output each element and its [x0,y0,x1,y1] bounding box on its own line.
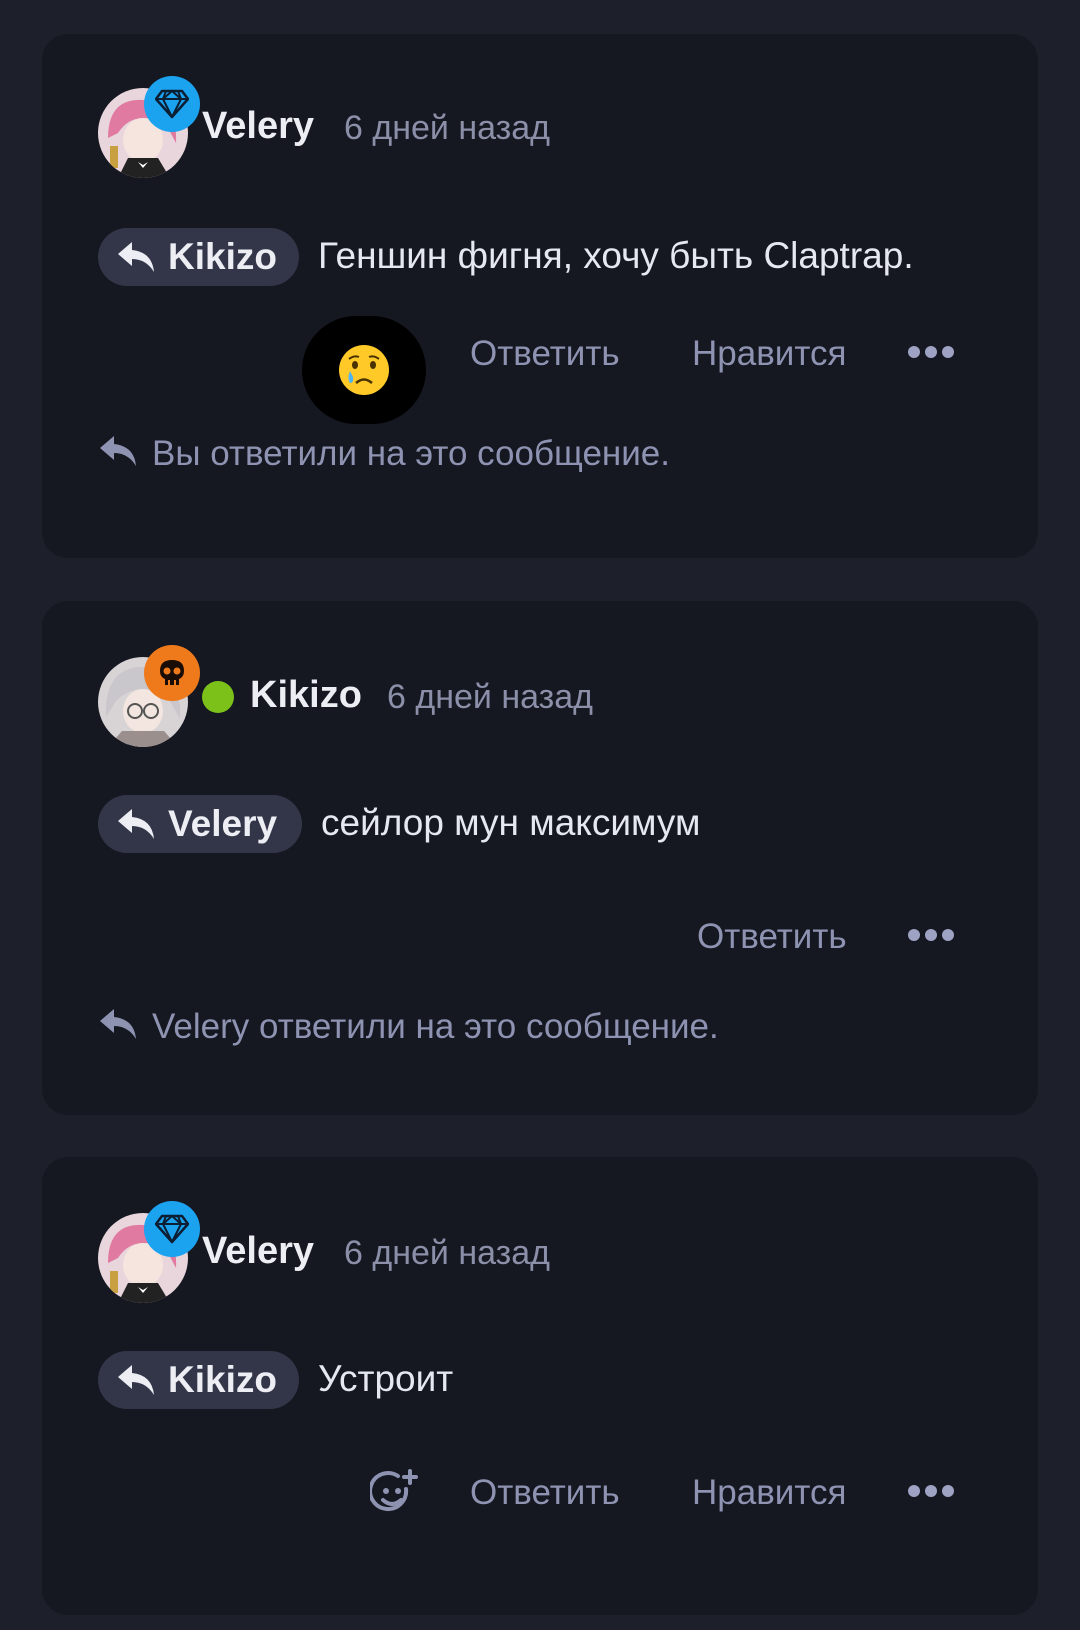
comment-text: Геншин фигня, хочу быть Claptrap. [318,235,914,276]
reaction-button[interactable] [302,316,426,424]
reply-button[interactable]: Ответить [697,915,847,959]
comment-text: сейлор мун максимум [321,802,701,843]
reply-to-pill[interactable]: Kikizo [98,228,299,286]
reply-arrow-icon [118,242,154,272]
comment-card: Kikizo 6 дней назад Velery сейлор мун ма… [42,601,1038,1115]
like-button[interactable]: Нравится [692,1471,846,1515]
comment-text: Устроит [318,1358,454,1399]
reply-to-name: Kikizo [168,1359,277,1400]
timestamp: 6 дней назад [387,678,593,716]
reply-to-name: Kikizo [168,236,277,277]
reply-button[interactable]: Ответить [470,1471,620,1515]
more-options-icon[interactable] [908,929,954,941]
like-button[interactable]: Нравится [692,332,846,376]
reply-status-text: Velery ответили на это сообщение. [152,1007,719,1046]
diamond-badge-icon [144,76,200,132]
reply-button[interactable]: Ответить [470,332,620,376]
reply-to-pill[interactable]: Velery [98,795,302,853]
reply-arrow-icon [118,1365,154,1395]
reply-to-name: Velery [168,803,278,844]
author-name[interactable]: Velery [202,104,314,148]
timestamp: 6 дней назад [344,109,550,147]
online-status-indicator [202,681,234,713]
more-options-icon[interactable] [908,346,954,358]
reply-arrow-icon [100,1009,136,1039]
comment-card: Velery 6 дней назад Kikizo Устроит Ответ… [42,1157,1038,1615]
reply-status-text: Вы ответили на это сообщение. [152,434,670,473]
more-options-icon[interactable] [908,1485,954,1497]
skull-badge-icon [144,645,200,701]
comment-card: Velery 6 дней назад Kikizo Геншин фигня,… [42,34,1038,558]
author-name[interactable]: Kikizo [250,673,362,717]
author-name[interactable]: Velery [202,1229,314,1273]
crying-face-emoji-icon [339,345,389,395]
add-reaction-icon[interactable] [370,1469,418,1517]
timestamp: 6 дней назад [344,1234,550,1272]
reply-to-pill[interactable]: Kikizo [98,1351,299,1409]
reply-arrow-icon [118,809,154,839]
reply-arrow-icon [100,436,136,466]
diamond-badge-icon [144,1201,200,1257]
